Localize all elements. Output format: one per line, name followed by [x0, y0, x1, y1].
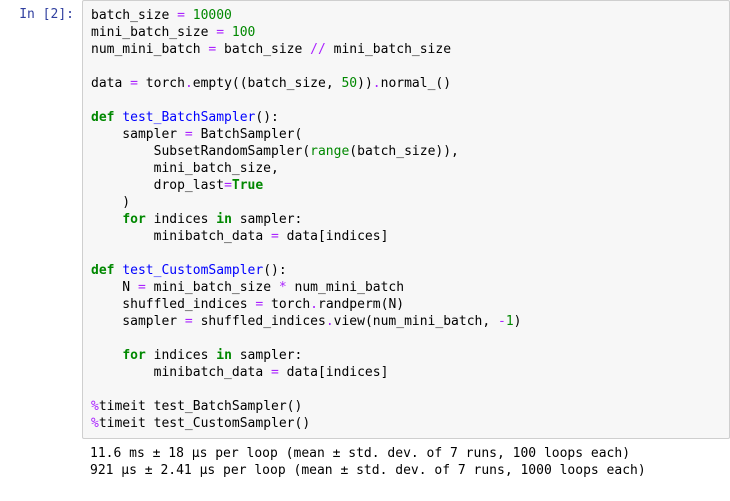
code-token: [91, 212, 122, 227]
code-token: mini_batch_size: [146, 280, 279, 295]
operator-equals: =: [138, 280, 146, 295]
keyword-def: def: [91, 110, 114, 125]
magic-percent: %: [91, 399, 99, 414]
keyword-true: True: [232, 178, 263, 193]
operator-minus: -: [498, 314, 506, 329]
keyword-for: for: [122, 348, 145, 363]
code-input-area[interactable]: batch_size = 10000 mini_batch_size = 100…: [82, 0, 730, 439]
code-token: shuffled_indices: [193, 314, 326, 329]
code-token: drop_last: [91, 178, 224, 193]
keyword-in: in: [216, 212, 232, 227]
operator-dot: .: [185, 76, 193, 91]
number-literal: 100: [232, 25, 255, 40]
code-token: data[indices]: [279, 229, 389, 244]
operator-dot: .: [310, 297, 318, 312]
code-token: randperm(N): [318, 297, 404, 312]
operator-equals: =: [177, 8, 185, 23]
operator-equals: =: [130, 76, 138, 91]
operator-star: *: [279, 280, 287, 295]
code-token: indices: [146, 212, 216, 227]
code-token: empty((batch_size,: [193, 76, 342, 91]
code-token: sampler: [91, 127, 185, 142]
code-token: minibatch_data: [91, 365, 271, 380]
builtin-range: range: [310, 144, 349, 159]
code-token: timeit test_BatchSampler(): [99, 399, 303, 414]
code-token: [224, 25, 232, 40]
code-token: data[indices]: [279, 365, 389, 380]
code-token: ():: [255, 110, 278, 125]
code-token: BatchSampler(: [193, 127, 303, 142]
code-token: num_mini_batch: [287, 280, 404, 295]
prompt-label: In [2]:: [19, 7, 74, 22]
code-token: mini_batch_size: [91, 25, 216, 40]
code-token: batch_size: [91, 8, 177, 23]
code-token: ): [91, 195, 130, 210]
operator-equals: =: [271, 229, 279, 244]
code-token: data: [91, 76, 130, 91]
function-name: test_CustomSampler: [122, 263, 263, 278]
operator-equals: =: [185, 314, 193, 329]
operator-floordiv: //: [310, 42, 326, 57]
number-literal: 50: [341, 76, 357, 91]
code-token: sampler: [91, 314, 185, 329]
number-literal: 10000: [193, 8, 232, 23]
output-line: 11.6 ms ± 18 µs per loop (mean ± std. de…: [90, 446, 630, 461]
code-token: shuffled_indices: [91, 297, 255, 312]
keyword-for: for: [122, 212, 145, 227]
operator-equals: =: [216, 25, 224, 40]
input-prompt: In [2]:: [0, 0, 82, 23]
keyword-in: in: [216, 348, 232, 363]
magic-percent: %: [91, 416, 99, 431]
code-token: ():: [263, 263, 286, 278]
code-token: sampler:: [232, 348, 302, 363]
operator-equals: =: [271, 365, 279, 380]
code-token: [185, 8, 193, 23]
code-token: (batch_size)),: [349, 144, 459, 159]
keyword-def: def: [91, 263, 114, 278]
code-token: )): [357, 76, 373, 91]
code-token: SubsetRandomSampler(: [91, 144, 310, 159]
code-token: timeit test_CustomSampler(): [99, 416, 310, 431]
stdout-output: 11.6 ms ± 18 µs per loop (mean ± std. de…: [82, 439, 730, 479]
code-token: mini_batch_size,: [91, 161, 279, 176]
code-token: N: [91, 280, 138, 295]
number-literal: 1: [506, 314, 514, 329]
code-token: sampler:: [232, 212, 302, 227]
code-token: ): [514, 314, 522, 329]
code-token: torch: [138, 76, 185, 91]
code-token: mini_batch_size: [326, 42, 451, 57]
operator-equals: =: [185, 127, 193, 142]
function-name: test_BatchSampler: [122, 110, 255, 125]
output-line: 921 µs ± 2.41 µs per loop (mean ± std. d…: [90, 463, 646, 478]
code-token: normal_(): [381, 76, 451, 91]
code-token: batch_size: [216, 42, 310, 57]
operator-equals: =: [224, 178, 232, 193]
code-token: [91, 348, 122, 363]
code-token: indices: [146, 348, 216, 363]
notebook-cell: In [2]: batch_size = 10000 mini_batch_si…: [0, 0, 730, 439]
code-token: torch: [263, 297, 310, 312]
code-token: num_mini_batch: [91, 42, 208, 57]
operator-dot: .: [326, 314, 334, 329]
code-token: minibatch_data: [91, 229, 271, 244]
code-token: view(num_mini_batch,: [334, 314, 498, 329]
operator-dot: .: [373, 76, 381, 91]
